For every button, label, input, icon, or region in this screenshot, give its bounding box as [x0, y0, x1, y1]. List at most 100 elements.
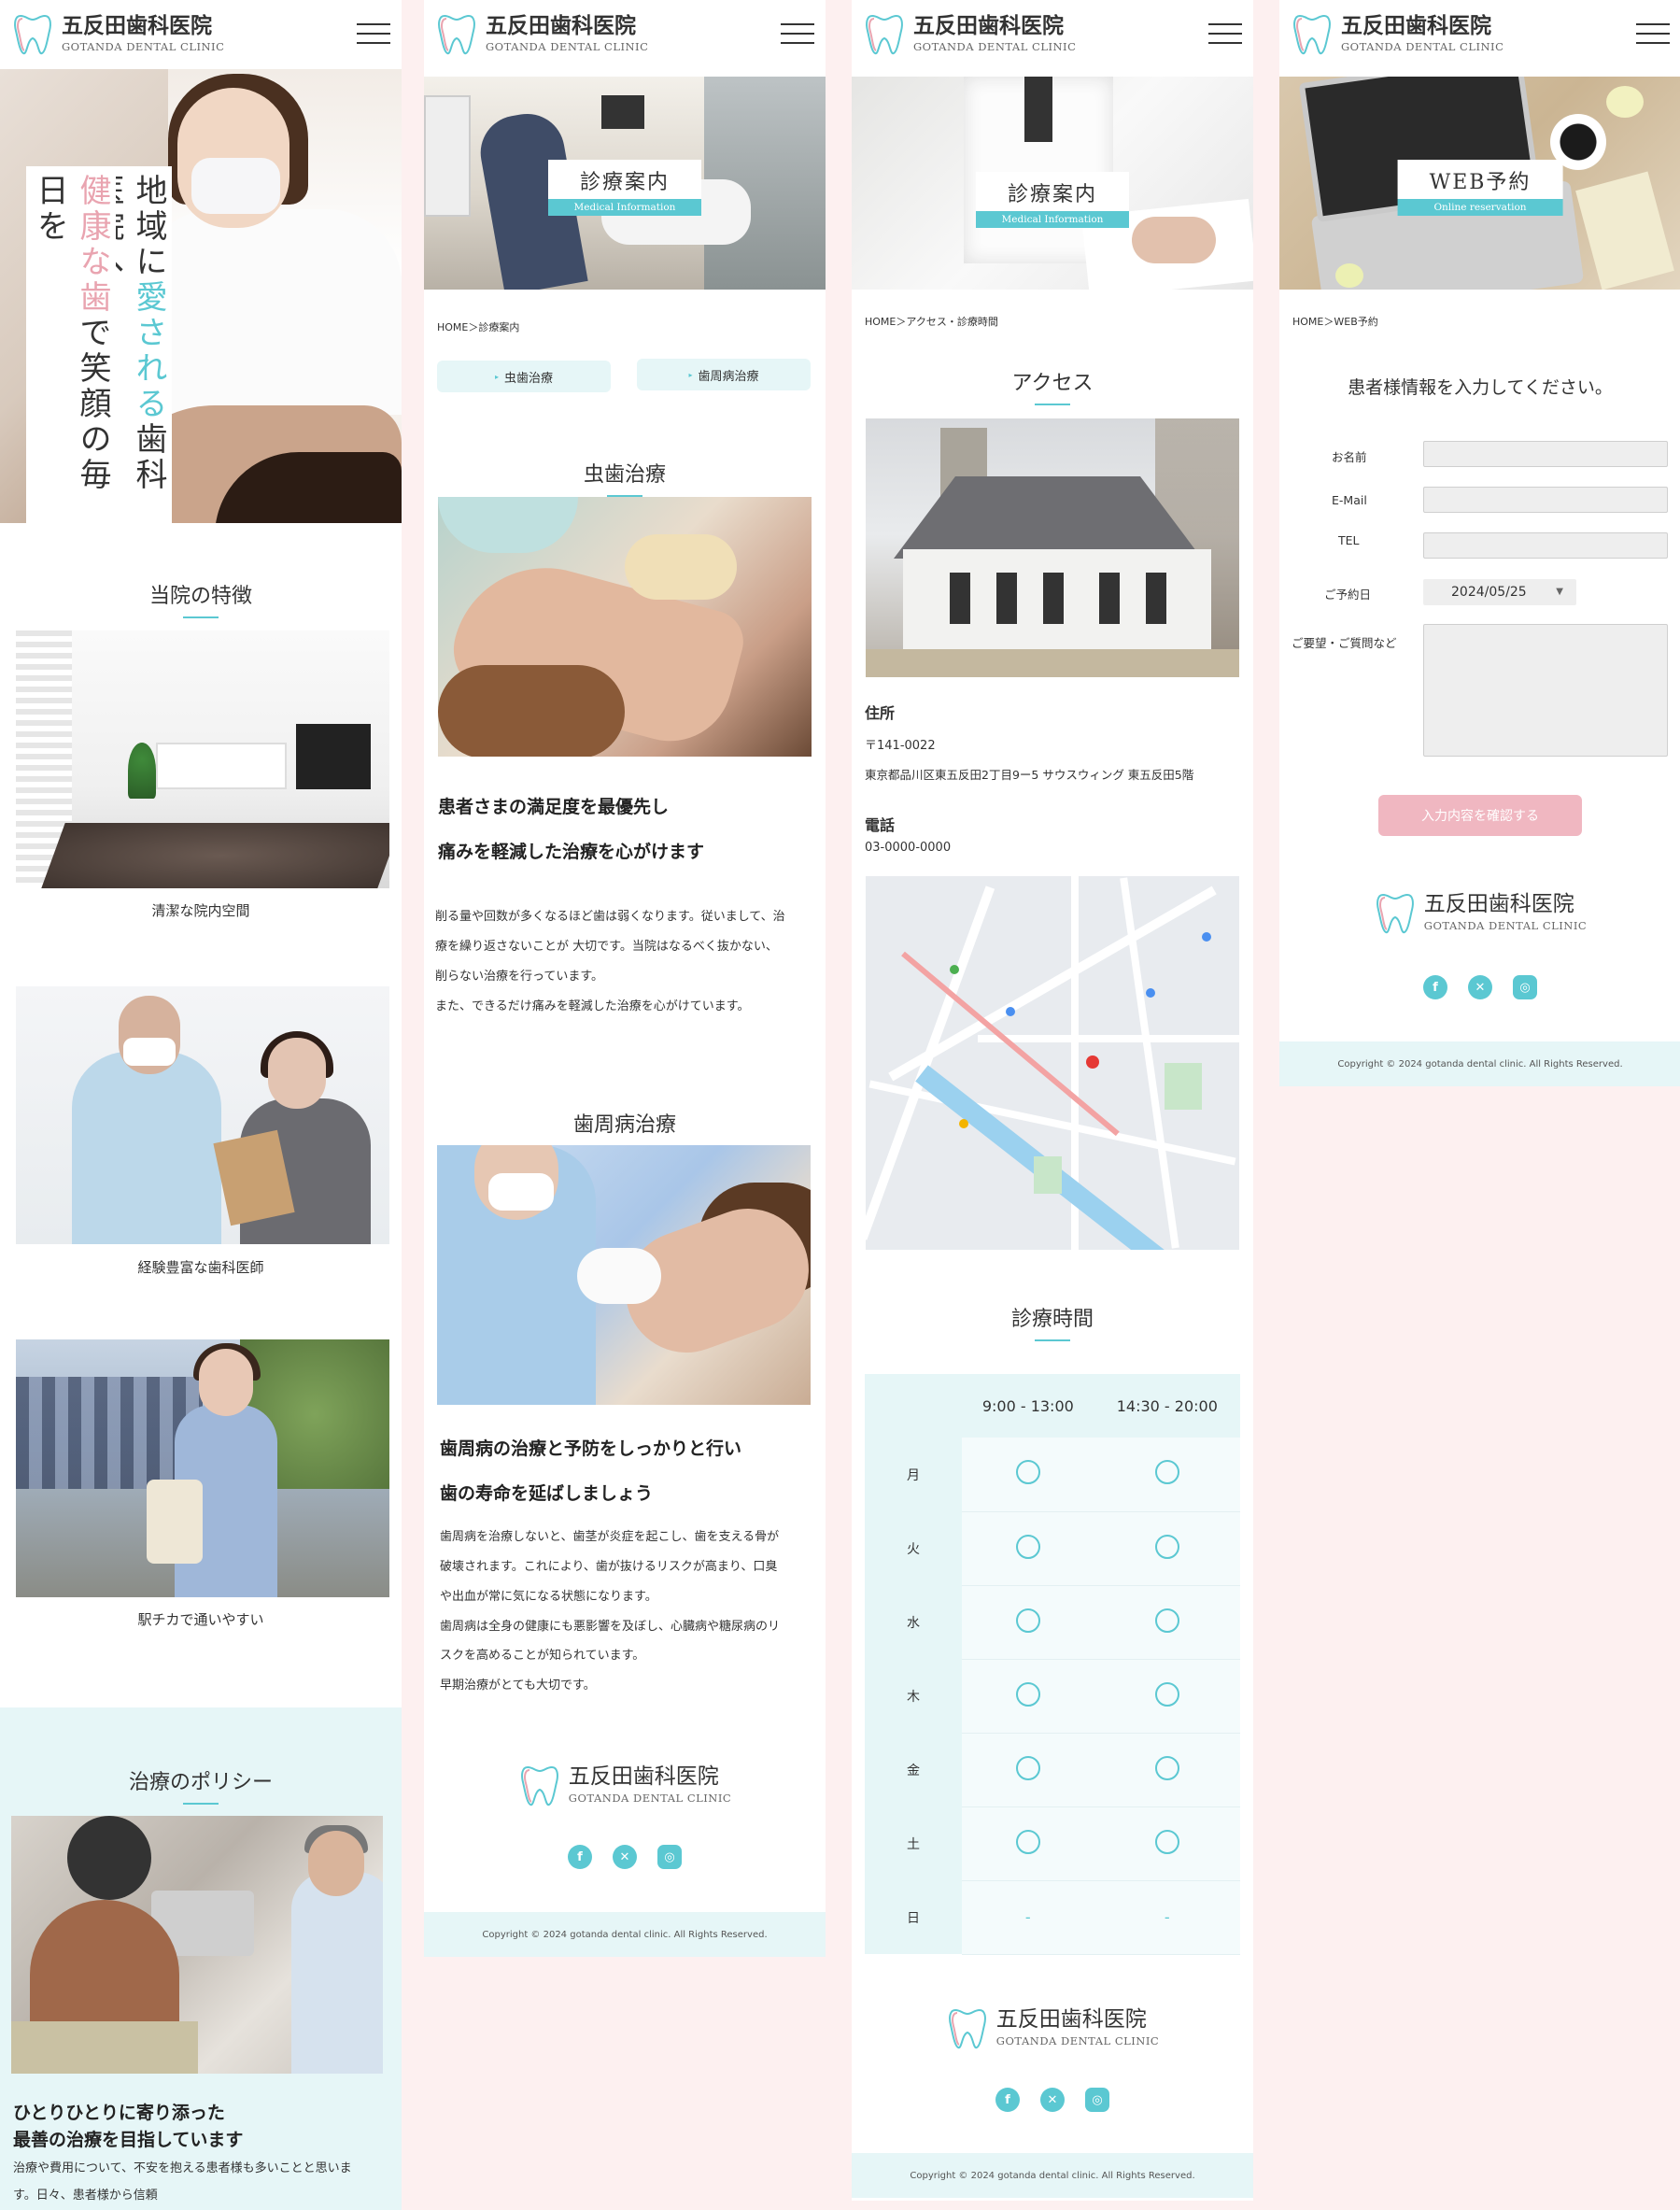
- x-icon[interactable]: ✕: [1040, 2088, 1065, 2112]
- social-links: f ✕ ◎: [852, 2088, 1253, 2112]
- hours-slot-am: [962, 1511, 1094, 1586]
- hamburger-icon[interactable]: [1636, 23, 1670, 44]
- x-icon[interactable]: ✕: [1468, 975, 1492, 999]
- policy-body: 治療や費用について、不安を抱える患者様も多いことと思いま す。日々、患者様から信…: [13, 2161, 352, 2203]
- logo-name: 五反田歯科医院: [568, 1764, 719, 1789]
- phone-number[interactable]: 03-0000-0000: [865, 841, 951, 855]
- name-input[interactable]: [1423, 441, 1668, 467]
- site-logo[interactable]: 五反田歯科医院 GOTANDA DENTAL CLINIC: [11, 10, 224, 57]
- site-logo[interactable]: 五反田歯科医院 GOTANDA DENTAL CLINIC: [435, 10, 648, 57]
- building-image: [866, 418, 1239, 677]
- hamburger-icon[interactable]: [781, 23, 814, 44]
- hours-slot-pm: [1094, 1438, 1240, 1512]
- hours-title: 診療時間: [852, 1302, 1253, 1341]
- closed-mark: -: [1164, 1908, 1170, 1926]
- form-intro: 患者様情報を入力してください。: [1348, 377, 1613, 398]
- site-logo[interactable]: 五反田歯科医院 GOTANDA DENTAL CLINIC: [1291, 10, 1504, 57]
- footer-logo[interactable]: 五反田歯科医院 GOTANDA DENTAL CLINIC: [852, 2005, 1253, 2051]
- chevron-right-icon: ▸: [688, 370, 693, 379]
- message-label: ご要望・ご質問など: [1292, 636, 1397, 650]
- logo-sub: GOTANDA DENTAL CLINIC: [486, 40, 649, 54]
- instagram-icon[interactable]: ◎: [657, 1845, 682, 1869]
- name-label: お名前: [1332, 450, 1367, 464]
- logo-name: 五反田歯科医院: [995, 2006, 1147, 2032]
- breadcrumb[interactable]: HOME＞アクセス・診療時間: [865, 314, 998, 329]
- perio-title: 歯周病治療: [424, 1108, 826, 1147]
- tab-caries[interactable]: ▸ 虫歯治療: [437, 361, 611, 392]
- instagram-icon[interactable]: ◎: [1513, 975, 1537, 999]
- open-circle-icon: [1154, 1829, 1179, 1854]
- hours-slot-am: [962, 1585, 1094, 1660]
- breadcrumb[interactable]: HOME＞WEB予約: [1292, 314, 1378, 329]
- breadcrumb[interactable]: HOME＞診療案内: [437, 319, 519, 334]
- logo-sub: GOTANDA DENTAL CLINIC: [568, 1792, 732, 1806]
- hours-slot-pm: [1094, 1585, 1240, 1660]
- logo-name: 五反田歯科医院: [486, 12, 636, 38]
- hours-row: 木: [865, 1659, 1240, 1734]
- open-circle-icon: [1015, 1608, 1040, 1633]
- map[interactable]: [866, 876, 1239, 1250]
- date-select[interactable]: 2024/05/25 ▼: [1423, 579, 1576, 605]
- hours-day: 火: [865, 1511, 962, 1585]
- tel-label: TEL: [1338, 533, 1360, 547]
- x-icon[interactable]: ✕: [613, 1845, 637, 1869]
- chevron-down-icon: ▼: [1556, 587, 1563, 597]
- email-input[interactable]: [1423, 487, 1668, 513]
- policy-title: 治療のポリシー: [0, 1765, 402, 1805]
- hero-catch-2: 健康な歯で笑顔の毎日を: [26, 166, 116, 523]
- hours-day: 金: [865, 1733, 962, 1806]
- message-textarea[interactable]: [1423, 624, 1668, 757]
- hours-slot-pm: [1094, 1659, 1240, 1734]
- site-header: 五反田歯科医院 GOTANDA DENTAL CLINIC: [1279, 0, 1680, 67]
- instagram-icon[interactable]: ◎: [1085, 2088, 1109, 2112]
- address: 東京都品川区東五反田2丁目9ー5 サウスウィング 東五反田5階: [865, 768, 1194, 782]
- open-circle-icon: [1154, 1755, 1179, 1780]
- tooth-icon: [520, 1765, 558, 1806]
- feature-caption: 駅チカで通いやすい: [137, 1611, 264, 1628]
- email-label: E-Mail: [1332, 493, 1367, 507]
- hamburger-icon[interactable]: [1208, 23, 1242, 44]
- facebook-icon[interactable]: f: [995, 2088, 1020, 2112]
- feature-caption: 経験豊富な歯科医師: [137, 1259, 264, 1276]
- closed-mark: -: [1024, 1908, 1031, 1926]
- hours-header-pm: 14:30 - 20:00: [1094, 1374, 1240, 1438]
- hours-slot-am: [962, 1659, 1094, 1734]
- social-links: f ✕ ◎: [1279, 975, 1680, 999]
- facebook-icon[interactable]: f: [568, 1845, 592, 1869]
- hours-slot-am: [962, 1438, 1094, 1512]
- open-circle-icon: [1015, 1534, 1040, 1559]
- confirm-button[interactable]: 入力内容を確認する: [1378, 795, 1582, 836]
- open-circle-icon: [1154, 1608, 1179, 1633]
- tel-input[interactable]: [1423, 532, 1668, 559]
- open-circle-icon: [1015, 1460, 1040, 1485]
- page-title: 診療案内: [547, 159, 702, 199]
- open-circle-icon: [1015, 1829, 1040, 1854]
- hours-day: 水: [865, 1585, 962, 1659]
- hamburger-icon[interactable]: [357, 23, 390, 44]
- copyright: Copyright © 2024 gotanda dental clinic. …: [424, 1912, 826, 1957]
- access-title: アクセス: [852, 366, 1253, 405]
- logo-name: 五反田歯科医院: [62, 12, 212, 38]
- page-hero: WEB予約 Online reservation: [1279, 77, 1680, 290]
- perio-heading: 歯周病の治療と予防をしっかりと行い 歯の寿命を延ばしましょう: [440, 1438, 742, 1505]
- hours-slot-am: [962, 1733, 1094, 1807]
- logo-sub: GOTANDA DENTAL CLINIC: [62, 40, 225, 54]
- tab-periodontal[interactable]: ▸ 歯周病治療: [637, 359, 811, 390]
- hours-day: 月: [865, 1438, 962, 1511]
- open-circle-icon: [1154, 1460, 1179, 1485]
- footer-logo[interactable]: 五反田歯科医院 GOTANDA DENTAL CLINIC: [424, 1762, 826, 1808]
- page-subtitle: Medical Information: [547, 198, 702, 216]
- page-subtitle: Medical Information: [975, 211, 1130, 229]
- caries-heading: 患者さまの満足度を最優先し 痛みを軽減した治療を心がけます: [438, 797, 705, 863]
- site-logo[interactable]: 五反田歯科医院 GOTANDA DENTAL CLINIC: [863, 10, 1076, 57]
- caries-body: 削る量や回数が多くなるほど歯は弱くなります。従いまして、治 療を繰り返さないこと…: [435, 910, 785, 1013]
- footer-logo[interactable]: 五反田歯科医院 GOTANDA DENTAL CLINIC: [1279, 889, 1680, 936]
- hours-header-am: 9:00 - 13:00: [962, 1374, 1094, 1438]
- feature-caption: 清潔な院内空間: [151, 902, 250, 919]
- logo-sub: GOTANDA DENTAL CLINIC: [1423, 919, 1588, 933]
- hours-day: 日: [865, 1880, 962, 1954]
- facebook-icon[interactable]: f: [1423, 975, 1447, 999]
- open-circle-icon: [1154, 1534, 1179, 1559]
- policy-section: 治療のポリシー ひとりひとりに寄り添った 最善の治療を目指しています 治療や費用…: [0, 1707, 402, 2210]
- address-label: 住所: [865, 704, 896, 722]
